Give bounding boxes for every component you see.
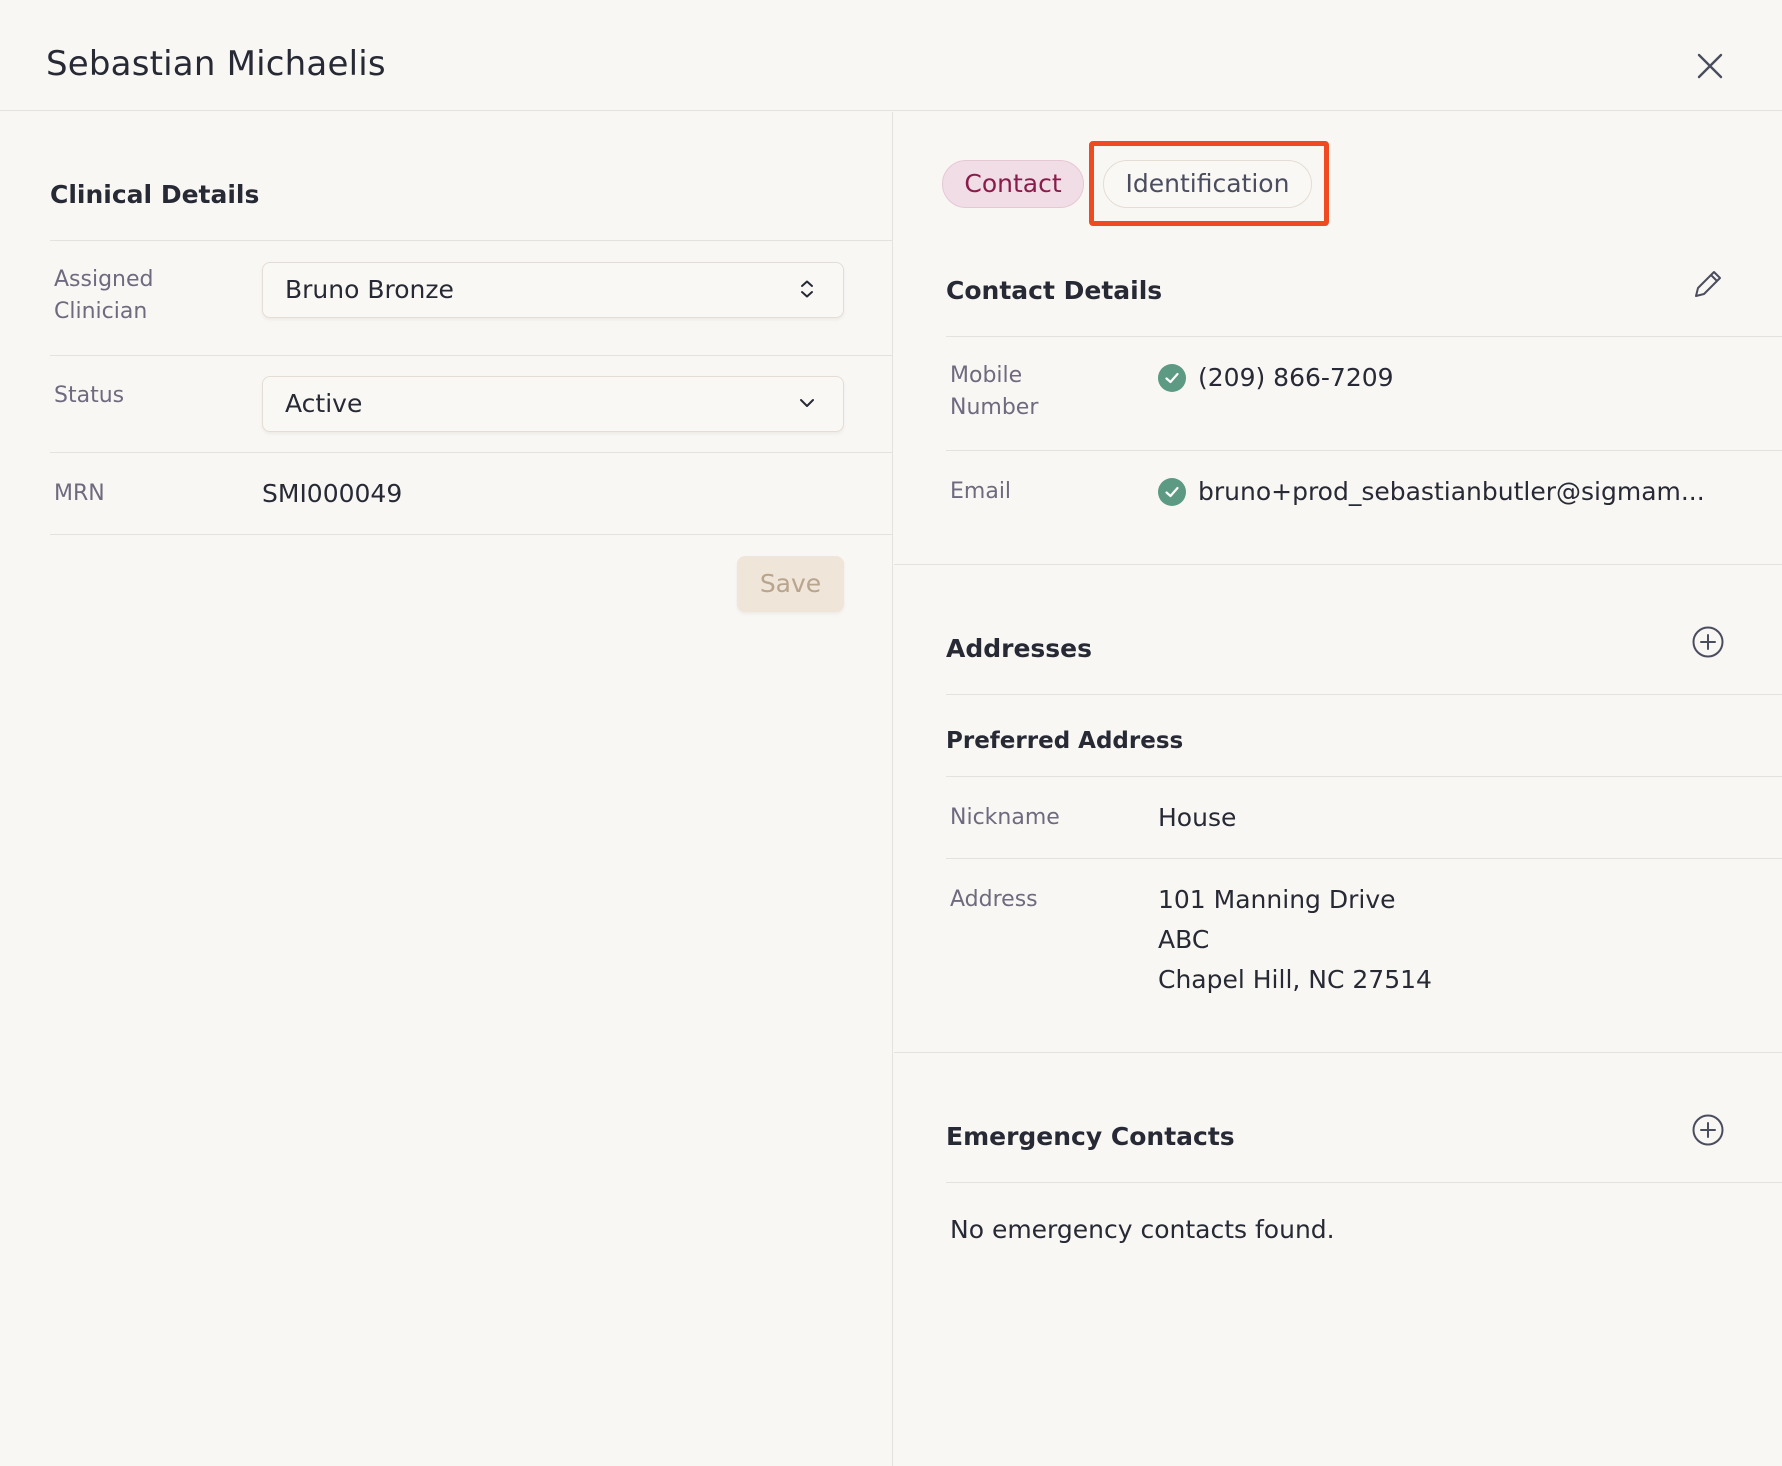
section-divider [894,1052,1782,1053]
divider [946,858,1782,859]
divider [946,450,1782,451]
nickname-label: Nickname [950,805,1060,830]
chevron-down-icon [800,399,814,407]
clinical-details-title: Clinical Details [50,180,260,209]
dialog-header: Sebastian Michaelis [0,0,1782,111]
divider [50,355,893,356]
chevron-up-down-icon [801,280,813,298]
addresses-title: Addresses [946,634,1093,663]
address-label: Address [950,887,1038,912]
close-icon [1697,53,1723,79]
divider [50,534,893,535]
verified-icon [1158,478,1186,506]
assigned-clinician-select[interactable]: Bruno Bronze [262,262,844,318]
email-label: Email [950,479,1012,504]
status-select[interactable]: Active [262,376,844,432]
plus-circle-icon [1692,1114,1724,1146]
section-divider [894,564,1782,565]
add-address-button[interactable] [1690,624,1726,660]
assigned-clinician-label: Assigned Clinician [54,267,154,324]
divider [946,694,1782,695]
close-button[interactable] [1692,48,1728,84]
status-value: Active [285,389,363,418]
preferred-address-title: Preferred Address [946,728,1184,754]
nickname-value: House [1158,803,1237,832]
emergency-contacts-title: Emergency Contacts [946,1122,1235,1151]
mobile-number-label: Mobile Number [950,363,1039,420]
address-line: ABC [1158,925,1210,954]
clinical-details-panel: Clinical Details Assigned Clinician Brun… [0,112,893,1466]
empty-state-text: No emergency contacts found. [950,1215,1335,1244]
divider [946,1182,1782,1183]
save-button[interactable]: Save [737,556,844,612]
page-title: Sebastian Michaelis [46,44,386,84]
address-line: Chapel Hill, NC 27514 [1158,965,1432,994]
edit-contact-button[interactable] [1690,266,1726,302]
contact-details-title: Contact Details [946,276,1163,305]
tab-identification[interactable]: Identification [1103,160,1312,208]
email-value: bruno+prod_sebastianbutler@sigmam... [1198,477,1705,506]
divider [50,240,893,241]
verified-icon [1158,364,1186,392]
divider [946,776,1782,777]
add-emergency-contact-button[interactable] [1690,1112,1726,1148]
divider [50,452,893,453]
assigned-clinician-value: Bruno Bronze [285,275,454,304]
status-label: Status [54,383,125,408]
contact-panel: Contact Identification Contact Details M… [894,112,1782,1466]
divider [946,336,1782,337]
pencil-icon [1695,271,1721,297]
address-line: 101 Manning Drive [1158,885,1396,914]
mobile-number-value: (209) 866-7209 [1198,363,1394,392]
mrn-value: SMI000049 [262,479,403,508]
tab-contact[interactable]: Contact [942,160,1084,208]
mrn-label: MRN [54,481,105,506]
plus-circle-icon [1692,626,1724,658]
